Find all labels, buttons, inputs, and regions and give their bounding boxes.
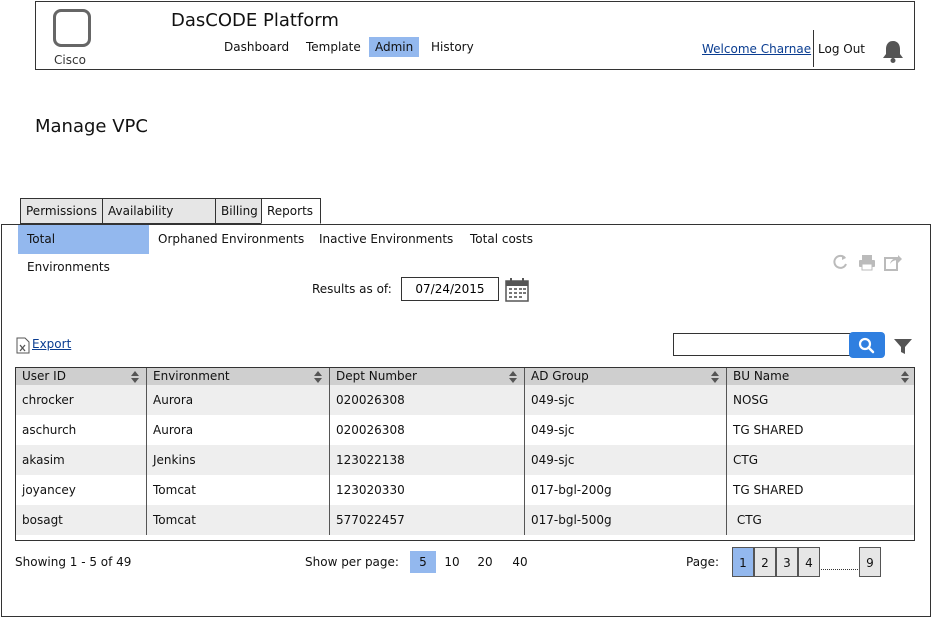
subtab-orphaned-environments[interactable]: Orphaned Environments bbox=[149, 225, 313, 254]
page-button-2[interactable]: 2 bbox=[754, 547, 776, 577]
cell-dept-number: 577022457 bbox=[330, 505, 525, 535]
cell-bu-name: TG SHARED bbox=[733, 423, 804, 437]
nav-admin[interactable]: Admin bbox=[369, 37, 420, 57]
nav-history[interactable]: History bbox=[425, 37, 480, 57]
calendar-icon[interactable] bbox=[504, 277, 530, 303]
cell-dept-number: 020026308 bbox=[330, 385, 525, 415]
date-input[interactable] bbox=[401, 277, 499, 301]
cell-user-id: chrocker bbox=[16, 385, 147, 415]
sort-icon[interactable] bbox=[900, 370, 910, 384]
table-row[interactable]: chrocker Aurora 020026308 049-sjc NOSG bbox=[16, 385, 914, 415]
cell-ad-group: 017-bgl-500g bbox=[525, 505, 727, 535]
tab-billing[interactable]: Billing bbox=[215, 198, 262, 224]
subtab-total-environments[interactable]: Total Environments bbox=[18, 225, 149, 274]
sort-icon[interactable] bbox=[508, 370, 518, 384]
column-header-environment[interactable]: Environment bbox=[147, 368, 330, 386]
column-header-label: Dept Number bbox=[336, 369, 417, 383]
cell-bu-name: NOSG bbox=[733, 393, 769, 407]
column-header-label: AD Group bbox=[531, 369, 589, 383]
cell-dept-number: 020026308 bbox=[330, 415, 525, 445]
refresh-icon[interactable] bbox=[831, 253, 849, 271]
sort-icon[interactable] bbox=[130, 370, 140, 384]
per-page-option-40[interactable]: 40 bbox=[507, 551, 533, 573]
tab-availability-zones[interactable]: Availability Zones bbox=[102, 198, 216, 242]
per-page-option-5[interactable]: 5 bbox=[410, 551, 436, 573]
cell-ad-group: 017-bgl-200g bbox=[525, 475, 727, 505]
print-icon[interactable] bbox=[858, 253, 876, 271]
tab-reports[interactable]: Reports bbox=[261, 198, 321, 224]
page-title: Manage VPC bbox=[35, 116, 148, 137]
page-label: Page: bbox=[686, 555, 720, 569]
subtab-inactive-environments[interactable]: Inactive Environments bbox=[310, 225, 462, 254]
cell-bu-name: CTG bbox=[733, 453, 759, 467]
search-icon bbox=[858, 337, 875, 354]
cell-ad-group: 049-sjc bbox=[525, 385, 727, 415]
app-title: DasCODE Platform bbox=[171, 10, 339, 31]
app-header: Cisco DasCODE Platform Dashboard Templat… bbox=[35, 1, 915, 70]
column-header-label: Environment bbox=[153, 369, 230, 383]
header-divider bbox=[813, 30, 814, 67]
per-page-option-20[interactable]: 20 bbox=[472, 551, 498, 573]
column-header-label: BU Name bbox=[733, 369, 790, 383]
page-button-3[interactable]: 3 bbox=[776, 547, 798, 577]
cell-bu-name: CTG bbox=[733, 513, 762, 527]
table-row[interactable]: bosagt Tomcat 577022457 017-bgl-500g CTG bbox=[16, 505, 914, 535]
cell-environment: Tomcat bbox=[147, 505, 330, 535]
bell-icon[interactable] bbox=[880, 38, 906, 64]
cell-user-id: aschurch bbox=[16, 415, 147, 445]
column-header-bu-name[interactable]: BU Name bbox=[727, 368, 914, 386]
per-page-label: Show per page: bbox=[305, 555, 399, 569]
cell-user-id: bosagt bbox=[16, 505, 147, 535]
search-input[interactable] bbox=[673, 333, 851, 356]
cell-ad-group: 049-sjc bbox=[525, 445, 727, 475]
tab-permissions[interactable]: Permissions bbox=[20, 198, 103, 224]
cell-environment: Jenkins bbox=[147, 445, 330, 475]
page-button-9[interactable]: 9 bbox=[859, 547, 881, 577]
table-row[interactable]: akasim Jenkins 123022138 049-sjc CTG bbox=[16, 445, 914, 475]
cell-bu-name: TG SHARED bbox=[733, 483, 804, 497]
per-page-option-10[interactable]: 10 bbox=[439, 551, 465, 573]
cell-user-id: akasim bbox=[16, 445, 147, 475]
column-header-dept-number[interactable]: Dept Number bbox=[330, 368, 525, 386]
sort-icon[interactable] bbox=[313, 370, 323, 384]
cell-environment: Aurora bbox=[147, 415, 330, 445]
export-link[interactable]: Export bbox=[32, 337, 71, 351]
column-header-label: User ID bbox=[22, 369, 66, 383]
welcome-link[interactable]: Welcome Charnae bbox=[702, 42, 811, 56]
cell-environment: Tomcat bbox=[147, 475, 330, 505]
nav-dashboard[interactable]: Dashboard bbox=[218, 37, 295, 57]
share-icon[interactable] bbox=[884, 253, 902, 271]
results-as-of-label: Results as of: bbox=[312, 282, 392, 296]
sort-icon[interactable] bbox=[710, 370, 720, 384]
column-header-user-id[interactable]: User ID bbox=[16, 368, 147, 386]
cell-ad-group: 049-sjc bbox=[525, 415, 727, 445]
pagination-ellipsis bbox=[821, 569, 858, 570]
cell-environment: Aurora bbox=[147, 385, 330, 415]
search-button[interactable] bbox=[849, 332, 885, 358]
filter-icon[interactable] bbox=[893, 336, 913, 356]
excel-export-icon bbox=[16, 337, 30, 354]
logo-text: Cisco bbox=[54, 53, 86, 67]
page-button-1[interactable]: 1 bbox=[732, 547, 754, 577]
cell-user-id: joyancey bbox=[16, 475, 147, 505]
subtab-total-costs[interactable]: Total costs bbox=[461, 225, 542, 254]
nav-template[interactable]: Template bbox=[300, 37, 367, 57]
logout-link[interactable]: Log Out bbox=[818, 42, 865, 56]
column-header-ad-group[interactable]: AD Group bbox=[525, 368, 727, 386]
cell-dept-number: 123022138 bbox=[330, 445, 525, 475]
page-button-4[interactable]: 4 bbox=[798, 547, 820, 577]
environments-table: User ID Environment Dept Number AD Group… bbox=[15, 367, 915, 541]
showing-count: Showing 1 - 5 of 49 bbox=[15, 555, 132, 569]
cell-dept-number: 123020330 bbox=[330, 475, 525, 505]
logo-icon bbox=[53, 9, 91, 47]
table-row[interactable]: aschurch Aurora 020026308 049-sjc TG SHA… bbox=[16, 415, 914, 445]
table-row[interactable]: joyancey Tomcat 123020330 017-bgl-200g T… bbox=[16, 475, 914, 505]
